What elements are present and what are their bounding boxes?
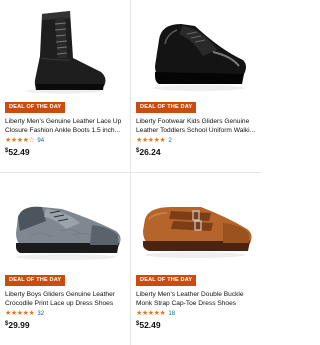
star-rating-icon: ★★★★★ — [136, 137, 166, 144]
product-card-1[interactable]: DEAL OF THE DAY Liberty Men's Genuine Le… — [0, 0, 130, 172]
deal-of-the-day-badge: DEAL OF THE DAY — [136, 102, 197, 113]
product-image-1[interactable] — [0, 0, 130, 100]
product-rating[interactable]: ★★★★☆ 94 — [5, 137, 44, 145]
product-price: $52.49 — [5, 146, 30, 158]
product-image-3[interactable] — [0, 173, 130, 273]
product-title[interactable]: Liberty Boys Gliders Genuine Leather Cro… — [5, 290, 128, 308]
product-price: $29.99 — [5, 319, 30, 331]
review-count[interactable]: 18 — [168, 310, 175, 318]
black-leather-ankle-boot-icon — [26, 11, 106, 94]
star-rating-icon: ★★★★★ — [136, 310, 166, 317]
price-amount: 29.99 — [8, 320, 30, 330]
star-rating-icon: ★★★★★ — [5, 310, 35, 317]
product-rating[interactable]: ★★★★★ 18 — [136, 310, 175, 318]
price-amount: 26.24 — [139, 147, 161, 157]
price-amount: 52.49 — [8, 147, 30, 157]
deal-of-the-day-badge: DEAL OF THE DAY — [5, 102, 66, 113]
review-count[interactable]: 2 — [168, 137, 171, 145]
product-price: $26.24 — [136, 146, 161, 158]
product-card-4[interactable]: DEAL OF THE DAY Liberty Men's Leather Do… — [131, 173, 261, 345]
deal-of-the-day-badge: DEAL OF THE DAY — [136, 275, 197, 286]
product-card-3[interactable]: DEAL OF THE DAY Liberty Boys Gliders Gen… — [0, 173, 130, 345]
review-count[interactable]: 32 — [37, 310, 44, 318]
brown-monk-strap-shoe-icon — [143, 207, 252, 258]
product-title[interactable]: Liberty Footwear Kids Gliders Genuine Le… — [136, 117, 259, 135]
black-patent-oxford-shoe-icon — [153, 24, 246, 91]
product-price: $52.49 — [136, 319, 161, 331]
deals-grid: DEAL OF THE DAY Liberty Men's Genuine Le… — [0, 0, 261, 345]
product-image-2[interactable] — [131, 0, 261, 100]
product-title[interactable]: Liberty Men's Leather Double Buckle Monk… — [136, 290, 259, 308]
price-amount: 52.49 — [139, 320, 161, 330]
star-rating-icon: ★★★★☆ — [5, 137, 35, 144]
grey-croc-print-oxford-shoe-icon — [16, 206, 121, 260]
product-title[interactable]: Liberty Men's Genuine Leather Lace Up Cl… — [5, 117, 128, 135]
product-card-2[interactable]: DEAL OF THE DAY Liberty Footwear Kids Gl… — [131, 0, 261, 172]
product-rating[interactable]: ★★★★★ 32 — [5, 310, 44, 318]
product-image-4[interactable] — [131, 173, 261, 273]
deal-of-the-day-badge: DEAL OF THE DAY — [5, 275, 66, 286]
product-rating[interactable]: ★★★★★ 2 — [136, 137, 172, 145]
review-count[interactable]: 94 — [37, 137, 44, 145]
